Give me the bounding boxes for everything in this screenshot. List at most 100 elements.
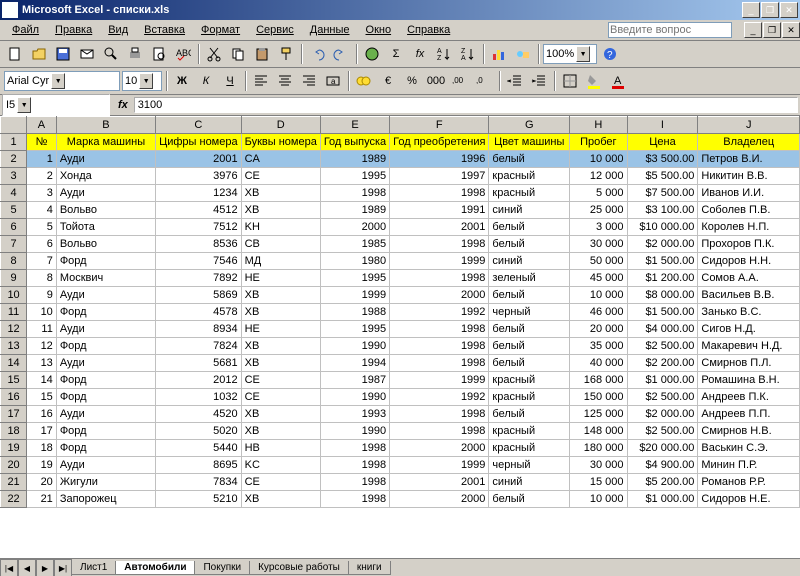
cell[interactable]: красный <box>489 372 570 389</box>
cell[interactable]: CE <box>241 168 320 185</box>
sheet-tab[interactable]: книги <box>348 561 391 575</box>
font-size-combo[interactable]: 10▼ <box>122 71 162 91</box>
cell[interactable]: Ауди <box>56 287 155 304</box>
tab-prev-button[interactable]: ◀ <box>18 559 36 576</box>
menu-file[interactable]: Файл <box>4 22 47 38</box>
open-icon[interactable] <box>28 43 50 65</box>
cell[interactable]: белый <box>489 355 570 372</box>
cell[interactable]: 1995 <box>320 270 389 287</box>
font-color-icon[interactable]: A <box>607 70 629 92</box>
cell[interactable]: XB <box>241 423 320 440</box>
col-header-B[interactable]: B <box>56 117 155 134</box>
cell[interactable]: Андреев П.П. <box>698 406 800 423</box>
menu-edit[interactable]: Правка <box>47 22 100 38</box>
cell[interactable]: 1991 <box>390 202 489 219</box>
cell[interactable]: 5681 <box>156 355 242 372</box>
zoom-combo[interactable]: 100%▼ <box>543 44 597 64</box>
cell[interactable]: HB <box>241 440 320 457</box>
cell[interactable]: Форд <box>56 253 155 270</box>
cell[interactable]: $1 500.00 <box>627 304 698 321</box>
cell[interactable]: 17 <box>27 423 57 440</box>
cell[interactable]: 148 000 <box>570 423 627 440</box>
cell[interactable]: красный <box>489 440 570 457</box>
ask-question-input[interactable] <box>608 22 732 38</box>
cell[interactable]: 25 000 <box>570 202 627 219</box>
cell[interactable]: $3 100.00 <box>627 202 698 219</box>
cell[interactable]: Ауди <box>56 151 155 168</box>
cell[interactable]: красный <box>489 185 570 202</box>
row-header[interactable]: 6 <box>1 219 27 236</box>
table-header-cell[interactable]: Марка машины <box>56 134 155 151</box>
cell[interactable]: $1 200.00 <box>627 270 698 287</box>
cell[interactable]: 5440 <box>156 440 242 457</box>
cell[interactable]: синий <box>489 253 570 270</box>
cell[interactable]: 1998 <box>320 440 389 457</box>
cell[interactable]: KH <box>241 219 320 236</box>
hyperlink-icon[interactable] <box>361 43 383 65</box>
cell[interactable]: Васильев В.В. <box>698 287 800 304</box>
cell[interactable]: CA <box>241 151 320 168</box>
cell[interactable]: белый <box>489 287 570 304</box>
table-header-cell[interactable]: Цвет машины <box>489 134 570 151</box>
col-header-J[interactable]: J <box>698 117 800 134</box>
cell[interactable]: Васькин С.Э. <box>698 440 800 457</box>
currency-icon[interactable] <box>353 70 375 92</box>
menu-insert[interactable]: Вставка <box>136 22 193 38</box>
row-header[interactable]: 5 <box>1 202 27 219</box>
sort-asc-icon[interactable]: AZ <box>433 43 455 65</box>
col-header-E[interactable]: E <box>320 117 389 134</box>
cell[interactable]: 7546 <box>156 253 242 270</box>
row-header[interactable]: 7 <box>1 236 27 253</box>
cell[interactable]: 9 <box>27 287 57 304</box>
cell[interactable]: $4 900.00 <box>627 457 698 474</box>
cell[interactable]: 1990 <box>320 389 389 406</box>
cell[interactable]: белый <box>489 219 570 236</box>
cell[interactable]: 15 <box>27 389 57 406</box>
chart-icon[interactable] <box>488 43 510 65</box>
cell[interactable]: 1234 <box>156 185 242 202</box>
fill-color-icon[interactable] <box>583 70 605 92</box>
cell[interactable]: $5 200.00 <box>627 474 698 491</box>
cell[interactable]: CE <box>241 474 320 491</box>
cell[interactable]: 2000 <box>390 440 489 457</box>
cell[interactable]: 8536 <box>156 236 242 253</box>
sheet-tab[interactable]: Курсовые работы <box>249 561 349 575</box>
cell[interactable]: 1989 <box>320 151 389 168</box>
cell[interactable]: 2 <box>27 168 57 185</box>
cell[interactable]: 11 <box>27 321 57 338</box>
menu-tools[interactable]: Сервис <box>248 22 302 38</box>
cell[interactable]: 1999 <box>390 372 489 389</box>
col-header-A[interactable]: A <box>27 117 57 134</box>
cell[interactable]: Ромашина В.Н. <box>698 372 800 389</box>
row-header[interactable]: 9 <box>1 270 27 287</box>
cell[interactable]: Вольво <box>56 236 155 253</box>
cell[interactable]: 2001 <box>390 474 489 491</box>
cell[interactable]: Занько В.С. <box>698 304 800 321</box>
sort-desc-icon[interactable]: ZA <box>457 43 479 65</box>
cell[interactable]: Андреев П.К. <box>698 389 800 406</box>
align-left-icon[interactable] <box>250 70 272 92</box>
cell[interactable]: Прохоров П.К. <box>698 236 800 253</box>
cell[interactable]: белый <box>489 338 570 355</box>
merge-center-icon[interactable]: a <box>322 70 344 92</box>
table-header-cell[interactable]: Владелец <box>698 134 800 151</box>
cell[interactable]: 2001 <box>156 151 242 168</box>
cell[interactable]: Форд <box>56 389 155 406</box>
cell[interactable]: 1998 <box>390 355 489 372</box>
cell[interactable]: 1998 <box>390 185 489 202</box>
cell[interactable]: 7892 <box>156 270 242 287</box>
tab-last-button[interactable]: ▶| <box>54 559 72 576</box>
row-header[interactable]: 14 <box>1 355 27 372</box>
cell[interactable]: CE <box>241 389 320 406</box>
borders-icon[interactable] <box>559 70 581 92</box>
tab-next-button[interactable]: ▶ <box>36 559 54 576</box>
cell[interactable]: $2 500.00 <box>627 338 698 355</box>
cell[interactable]: 1998 <box>390 321 489 338</box>
cell[interactable]: белый <box>489 151 570 168</box>
cell[interactable]: $20 000.00 <box>627 440 698 457</box>
italic-button[interactable]: К <box>195 70 217 92</box>
percent-icon[interactable]: % <box>401 70 423 92</box>
row-header[interactable]: 22 <box>1 491 27 508</box>
cell[interactable]: Иванов И.И. <box>698 185 800 202</box>
decrease-decimal-icon[interactable]: ,0 <box>473 70 495 92</box>
